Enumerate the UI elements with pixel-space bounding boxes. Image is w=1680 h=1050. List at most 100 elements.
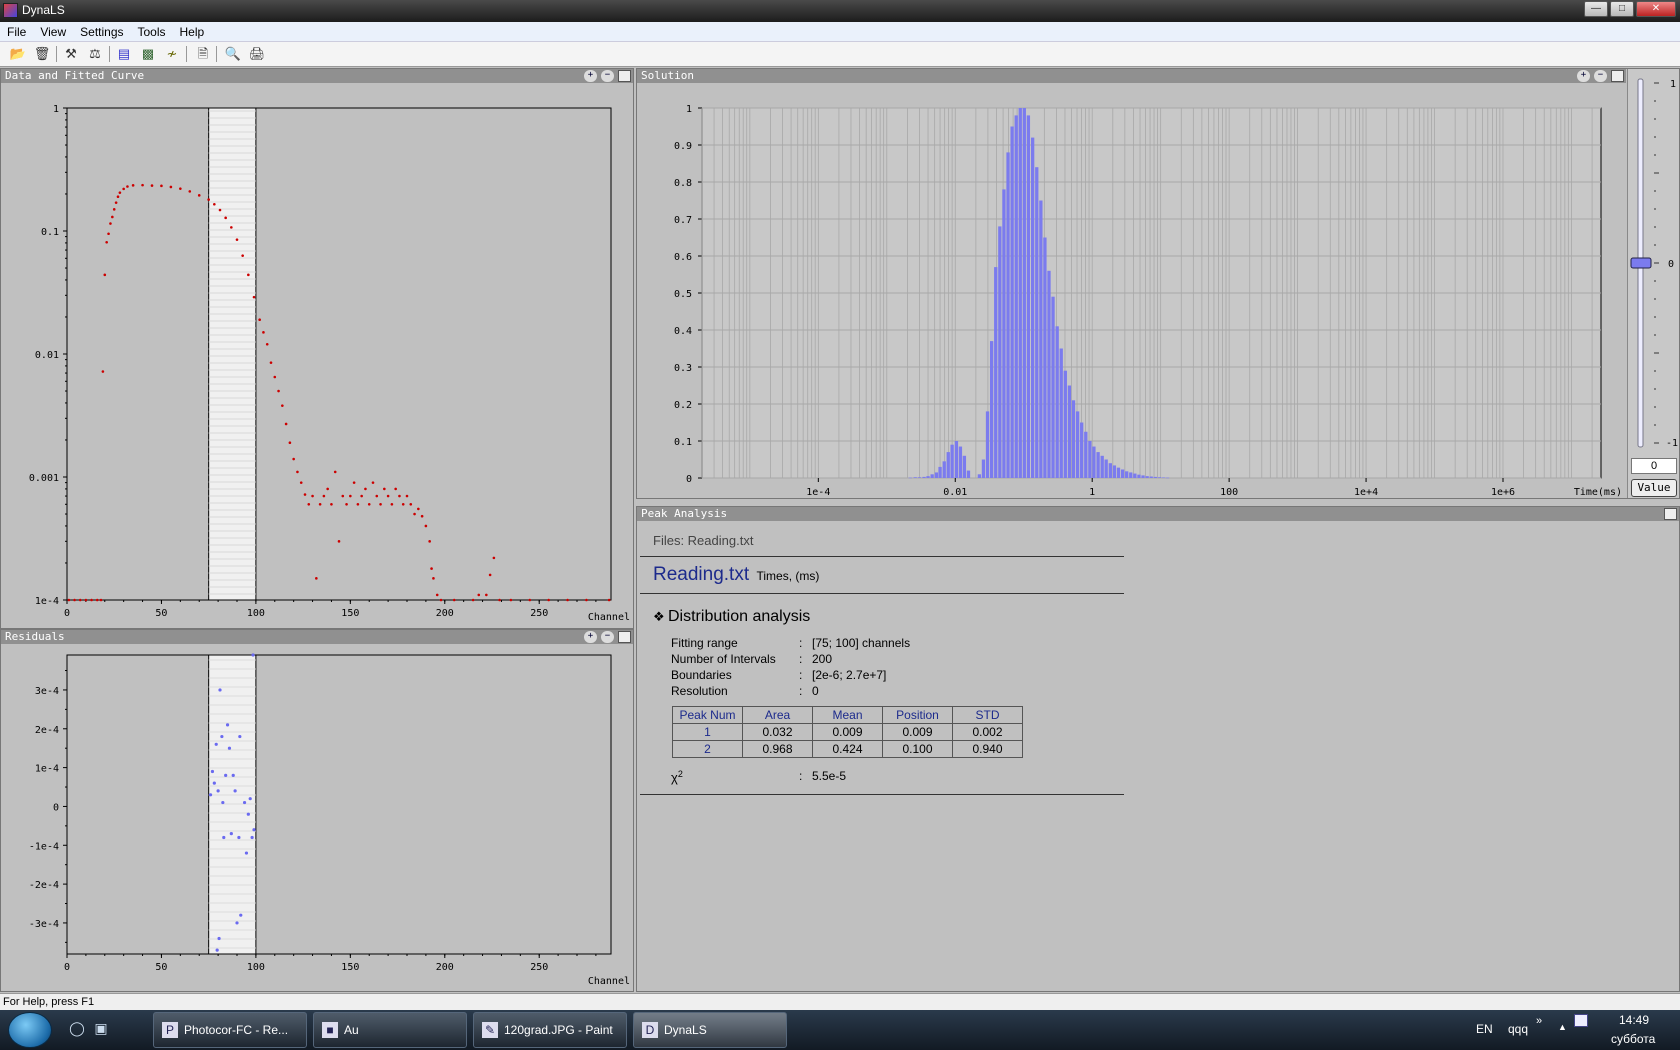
panel-restore-icon[interactable] bbox=[618, 70, 631, 82]
data-point bbox=[225, 723, 230, 727]
maximize-button[interactable]: □ bbox=[1610, 1, 1634, 17]
zoom-in-icon[interactable]: + bbox=[584, 631, 597, 643]
table-cell: 0.940 bbox=[952, 740, 1023, 758]
taskbar-item-au[interactable]: ■ Au bbox=[313, 1012, 467, 1048]
explorer-icon[interactable]: ▣ bbox=[92, 1020, 110, 1038]
distribution-bar bbox=[958, 446, 963, 478]
table-header: Position bbox=[882, 706, 953, 724]
distribution-bar bbox=[1071, 400, 1076, 478]
data-point bbox=[213, 202, 216, 206]
data-point bbox=[220, 734, 224, 739]
data-point bbox=[84, 598, 88, 602]
menu-help[interactable]: Help bbox=[173, 22, 212, 39]
data-point bbox=[210, 769, 215, 774]
panel-restore-icon[interactable] bbox=[618, 631, 631, 643]
data-point bbox=[428, 540, 431, 543]
zoom-in-icon[interactable]: + bbox=[1577, 70, 1590, 82]
distribution-bar bbox=[1063, 370, 1067, 478]
toolbar: 📂 🗑 ⚒ ⚖ ▤ ▩ ≁ 🗎 🔍 🖨 bbox=[0, 42, 1680, 67]
x-tick-label: 1e-4 bbox=[806, 487, 830, 498]
menu-view[interactable]: View bbox=[33, 22, 73, 39]
data-point bbox=[247, 273, 250, 277]
taskbar-item-dynals[interactable]: D DynaLS bbox=[633, 1012, 787, 1048]
data-panel: Data and Fitted Curve + − 1 0.1 0.01 0.001 1… bbox=[0, 68, 634, 629]
y-tick-label: 0.1 bbox=[674, 437, 692, 448]
data-point bbox=[179, 187, 182, 190]
y-tick-label: 0.01 bbox=[35, 350, 59, 361]
distribution-bar bbox=[1088, 441, 1092, 478]
table-cell: 0.968 bbox=[742, 740, 813, 758]
network-icon[interactable] bbox=[1574, 1014, 1588, 1027]
data-point bbox=[315, 577, 318, 580]
zoom-out-icon[interactable]: − bbox=[601, 70, 614, 82]
table-cell: 1 bbox=[672, 723, 743, 741]
print-icon[interactable]: 🖨 bbox=[248, 45, 266, 63]
residuals-panel-title: Residuals bbox=[5, 630, 65, 643]
data-point bbox=[326, 487, 329, 491]
panel-restore-icon[interactable] bbox=[1611, 70, 1624, 82]
tray-arrow-icon[interactable]: ▲ bbox=[1558, 1022, 1567, 1032]
toolbar-user[interactable]: qqq bbox=[1508, 1022, 1528, 1036]
value-slider[interactable]: 1 0 -1 bbox=[1628, 69, 1680, 449]
print-preview-icon[interactable]: 🔍 bbox=[224, 45, 242, 63]
distribution-bar bbox=[1104, 459, 1108, 478]
balance-icon[interactable]: ⚖ bbox=[86, 45, 104, 63]
value-input[interactable]: 0 bbox=[1631, 458, 1677, 474]
zoom-out-icon[interactable]: − bbox=[601, 631, 614, 643]
clock-day[interactable]: суббота bbox=[1611, 1032, 1655, 1046]
data-point bbox=[417, 507, 420, 511]
open-icon[interactable]: 📂 bbox=[9, 45, 27, 63]
distribution-bar bbox=[1035, 167, 1039, 478]
distribution-bar bbox=[1153, 476, 1157, 478]
zoom-in-icon[interactable]: + bbox=[584, 70, 597, 82]
minimize-button[interactable]: — bbox=[1584, 1, 1608, 17]
data-point bbox=[126, 185, 129, 188]
language-indicator[interactable]: EN bbox=[1476, 1022, 1493, 1036]
menu-settings[interactable]: Settings bbox=[73, 22, 130, 39]
data-point bbox=[349, 494, 352, 498]
data-point bbox=[413, 512, 416, 516]
data-point bbox=[273, 375, 277, 379]
table-header: STD bbox=[952, 706, 1023, 724]
data-point bbox=[118, 191, 122, 194]
menu-tools[interactable]: Tools bbox=[131, 22, 173, 39]
bar-chart-icon[interactable]: ▩ bbox=[139, 45, 157, 63]
data-point bbox=[99, 598, 103, 602]
slider-thumb[interactable] bbox=[1630, 257, 1652, 269]
taskbar-item-photocor[interactable]: P Photocor-FC - Re... bbox=[153, 1012, 307, 1048]
browser-icon[interactable]: ◯ bbox=[68, 1020, 86, 1038]
distribution-bar bbox=[954, 441, 959, 478]
data-point bbox=[439, 598, 443, 602]
x-tick-label: 100 bbox=[247, 608, 265, 619]
data-point bbox=[141, 183, 144, 187]
y-tick-label: 1 bbox=[686, 104, 692, 115]
start-button[interactable] bbox=[8, 1012, 52, 1048]
distribution-bar bbox=[1047, 270, 1051, 478]
report-icon[interactable]: 🗎 bbox=[194, 45, 212, 63]
data-point bbox=[212, 781, 216, 785]
residuals-panel-header: Residuals + − bbox=[1, 630, 633, 644]
toolbar-expand-icon[interactable]: » bbox=[1536, 1015, 1542, 1027]
distribution-bar bbox=[1108, 463, 1112, 478]
distribution-bar bbox=[913, 477, 917, 478]
data-point bbox=[405, 494, 409, 498]
histogram-icon[interactable]: ▤ bbox=[115, 45, 133, 63]
fit-icon[interactable]: ≁ bbox=[163, 45, 181, 63]
table-cell: 0.009 bbox=[812, 723, 883, 741]
tools-icon[interactable]: ⚒ bbox=[62, 45, 80, 63]
zoom-out-icon[interactable]: − bbox=[1594, 70, 1607, 82]
value-button[interactable]: Value bbox=[1631, 479, 1677, 497]
data-point bbox=[330, 502, 333, 506]
menu-file[interactable]: File bbox=[0, 22, 33, 39]
close-button[interactable]: ✕ bbox=[1636, 1, 1676, 17]
y-tick-label: 1e-4 bbox=[35, 764, 59, 775]
data-point bbox=[224, 216, 227, 220]
panel-restore-icon[interactable] bbox=[1664, 508, 1677, 520]
param-label: Boundaries bbox=[671, 668, 732, 682]
file-heading: Reading.txt Times, (ms) bbox=[653, 564, 819, 586]
taskbar-item-paint[interactable]: ✎ 120grad.JPG - Paint bbox=[473, 1012, 627, 1048]
distribution-bar bbox=[908, 477, 912, 479]
x-tick-label: 100 bbox=[247, 962, 265, 973]
clock-time[interactable]: 14:49 bbox=[1619, 1013, 1649, 1027]
delete-icon[interactable]: 🗑 bbox=[33, 45, 51, 63]
